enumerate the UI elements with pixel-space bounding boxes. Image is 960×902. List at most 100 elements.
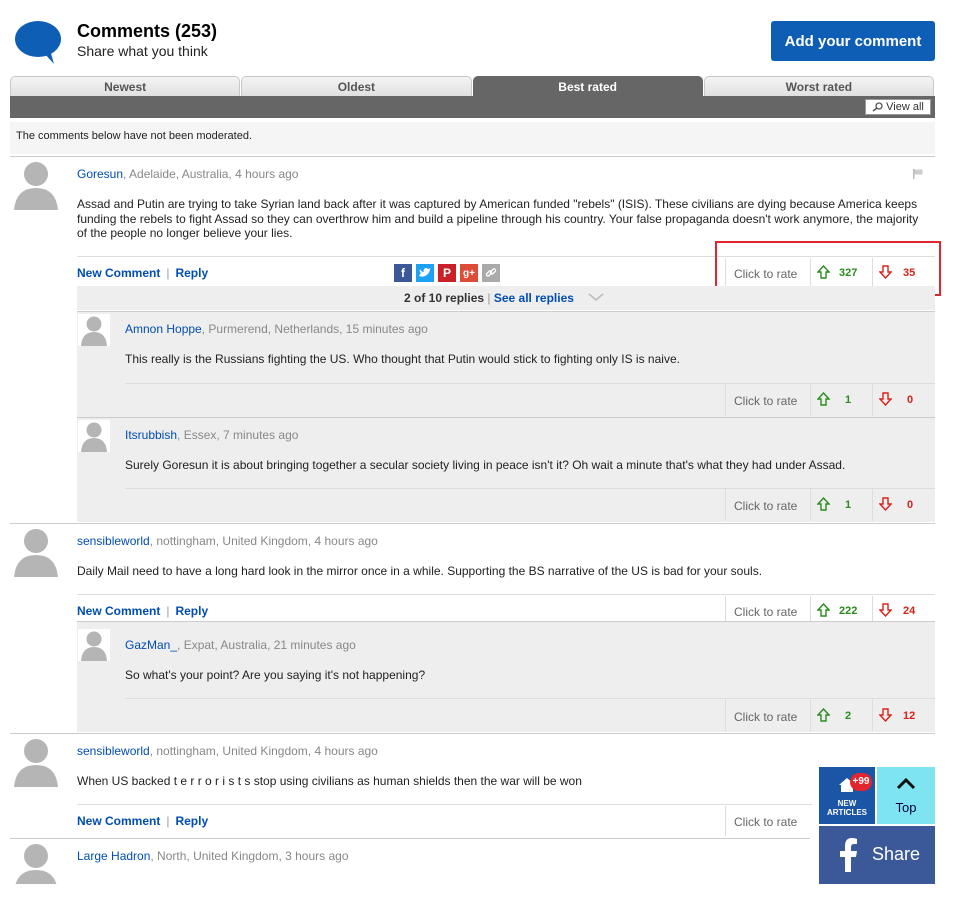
- new-comment-link[interactable]: New Comment: [77, 814, 160, 828]
- author-link[interactable]: Amnon Hoppe: [125, 322, 202, 336]
- comment-text: When US backed t e r r o r i s t s stop …: [77, 774, 582, 788]
- divider: [725, 384, 726, 416]
- comment-meta: Large Hadron, North, United Kingdom, 3 h…: [77, 849, 349, 863]
- tab-newest[interactable]: Newest: [10, 76, 241, 96]
- click-to-rate-label: Click to rate: [734, 710, 798, 724]
- reply-text: This really is the Russians fighting the…: [125, 352, 680, 366]
- reply-meta: Amnon Hoppe, Purmerend, Netherlands, 15 …: [125, 322, 428, 336]
- divider: [872, 596, 873, 621]
- new-articles-badge: +99: [850, 773, 872, 791]
- comment-text: Daily Mail need to have a long hard look…: [77, 564, 763, 578]
- reply-text: Surely Goresun it is about bringing toge…: [125, 458, 846, 472]
- divider: [10, 523, 935, 524]
- new-articles-button[interactable]: +99 NEW ARTICLES: [819, 767, 875, 824]
- divider: [77, 311, 935, 312]
- avatar-clip: [10, 840, 62, 884]
- divider: [77, 621, 935, 622]
- comment-location-time: , Adelaide, Australia, 4 hours ago: [123, 167, 299, 181]
- tab-best-rated[interactable]: Best rated: [472, 76, 703, 96]
- avatar: [78, 629, 110, 661]
- downvote-count: 24: [903, 605, 916, 617]
- new-comment-link[interactable]: New Comment: [77, 266, 160, 280]
- divider: [810, 596, 811, 621]
- reply-meta: GazMan_, Expat, Australia, 21 minutes ag…: [125, 638, 356, 652]
- divider: [10, 156, 935, 157]
- thumbs-up-arrow-icon[interactable]: [817, 392, 830, 406]
- google-plus-icon[interactable]: g+: [460, 264, 478, 282]
- comment-actions: New Comment | Reply: [77, 604, 209, 618]
- avatar: [10, 735, 62, 787]
- thumbs-down-arrow-icon[interactable]: [879, 497, 892, 511]
- comment-meta: sensibleworld, nottingham, United Kingdo…: [77, 534, 378, 548]
- author-link[interactable]: sensibleworld: [77, 744, 150, 758]
- new-articles-label: NEW ARTICLES: [819, 799, 875, 817]
- upvote-count: 1: [845, 499, 852, 511]
- page-subtitle: Share what you think: [77, 43, 208, 59]
- reply-link[interactable]: Reply: [175, 266, 208, 280]
- avatar: [78, 314, 110, 346]
- new-comment-link[interactable]: New Comment: [77, 604, 160, 618]
- facebook-icon[interactable]: f: [394, 264, 412, 282]
- divider: [10, 733, 935, 734]
- comment-meta: Goresun, Adelaide, Australia, 4 hours ag…: [77, 167, 298, 181]
- comment-text: Assad and Putin are trying to take Syria…: [77, 197, 919, 240]
- thumbs-up-arrow-icon[interactable]: [817, 708, 830, 722]
- thumbs-up-arrow-icon[interactable]: [817, 603, 830, 617]
- divider: [125, 698, 935, 699]
- author-link[interactable]: sensibleworld: [77, 534, 150, 548]
- sort-tabs: Newest Oldest Best rated Worst rated: [10, 76, 935, 96]
- flag-icon[interactable]: [913, 169, 923, 179]
- comment-location-time: , nottingham, United Kingdom, 4 hours ag…: [149, 534, 378, 548]
- back-to-top-button[interactable]: Top: [877, 767, 935, 824]
- divider: [77, 594, 935, 595]
- upvote-count: 1: [845, 394, 852, 406]
- see-all-replies-link[interactable]: See all replies: [494, 291, 574, 305]
- reply-link[interactable]: Reply: [175, 604, 208, 618]
- divider: [725, 806, 726, 836]
- view-all-label: View all: [886, 101, 924, 113]
- comment-location-time: , nottingham, United Kingdom, 4 hours ag…: [149, 744, 378, 758]
- thumbs-up-arrow-icon[interactable]: [817, 497, 830, 511]
- magnifier-icon: [872, 102, 883, 112]
- reply-location-time: , Purmerend, Netherlands, 15 minutes ago: [201, 322, 428, 336]
- click-to-rate-label: Click to rate: [734, 499, 798, 513]
- divider: [725, 596, 726, 621]
- click-to-rate-label: Click to rate: [734, 394, 798, 408]
- tab-oldest[interactable]: Oldest: [241, 76, 472, 96]
- tab-bar: View all: [10, 96, 935, 118]
- new-articles-label-line1: NEW: [837, 799, 857, 808]
- pinterest-icon[interactable]: P: [438, 264, 456, 282]
- comment-actions: New Comment | Reply: [77, 266, 209, 280]
- thumbs-down-arrow-icon[interactable]: [879, 603, 892, 617]
- downvote-count: 12: [903, 710, 916, 722]
- thumbs-down-arrow-icon[interactable]: [879, 708, 892, 722]
- author-link[interactable]: Itsrubbish: [125, 428, 177, 442]
- twitter-icon[interactable]: [416, 264, 434, 282]
- divider: [125, 383, 935, 384]
- chevron-down-icon[interactable]: [588, 293, 604, 302]
- click-to-rate-label: Click to rate: [734, 605, 798, 619]
- avatar: [10, 525, 62, 577]
- divider: [872, 384, 873, 416]
- click-to-rate-label: Click to rate: [734, 815, 798, 829]
- reply-link[interactable]: Reply: [175, 814, 208, 828]
- thumbs-down-arrow-icon[interactable]: [879, 392, 892, 406]
- reply-location-time: , Expat, Australia, 21 minutes ago: [177, 638, 356, 652]
- page-bottom-edge: [0, 884, 960, 902]
- replies-summary: 2 of 10 replies | See all replies: [404, 291, 574, 305]
- link-icon[interactable]: [482, 264, 500, 282]
- author-link[interactable]: Large Hadron: [77, 849, 150, 863]
- add-comment-button[interactable]: Add your comment: [771, 21, 935, 61]
- view-all-button[interactable]: View all: [865, 99, 931, 115]
- divider: [810, 699, 811, 731]
- reply-meta: Itsrubbish, Essex, 7 minutes ago: [125, 428, 298, 442]
- top-label: Top: [895, 800, 917, 815]
- downvote-count: 0: [907, 394, 914, 406]
- author-link[interactable]: GazMan_: [125, 638, 177, 652]
- divider: [810, 384, 811, 416]
- author-link[interactable]: Goresun: [77, 167, 123, 181]
- page-title: Comments (253): [77, 21, 218, 41]
- tab-worst-rated[interactable]: Worst rated: [703, 76, 934, 96]
- reply-location-time: , Essex, 7 minutes ago: [177, 428, 299, 442]
- facebook-share-button[interactable]: Share: [819, 826, 935, 884]
